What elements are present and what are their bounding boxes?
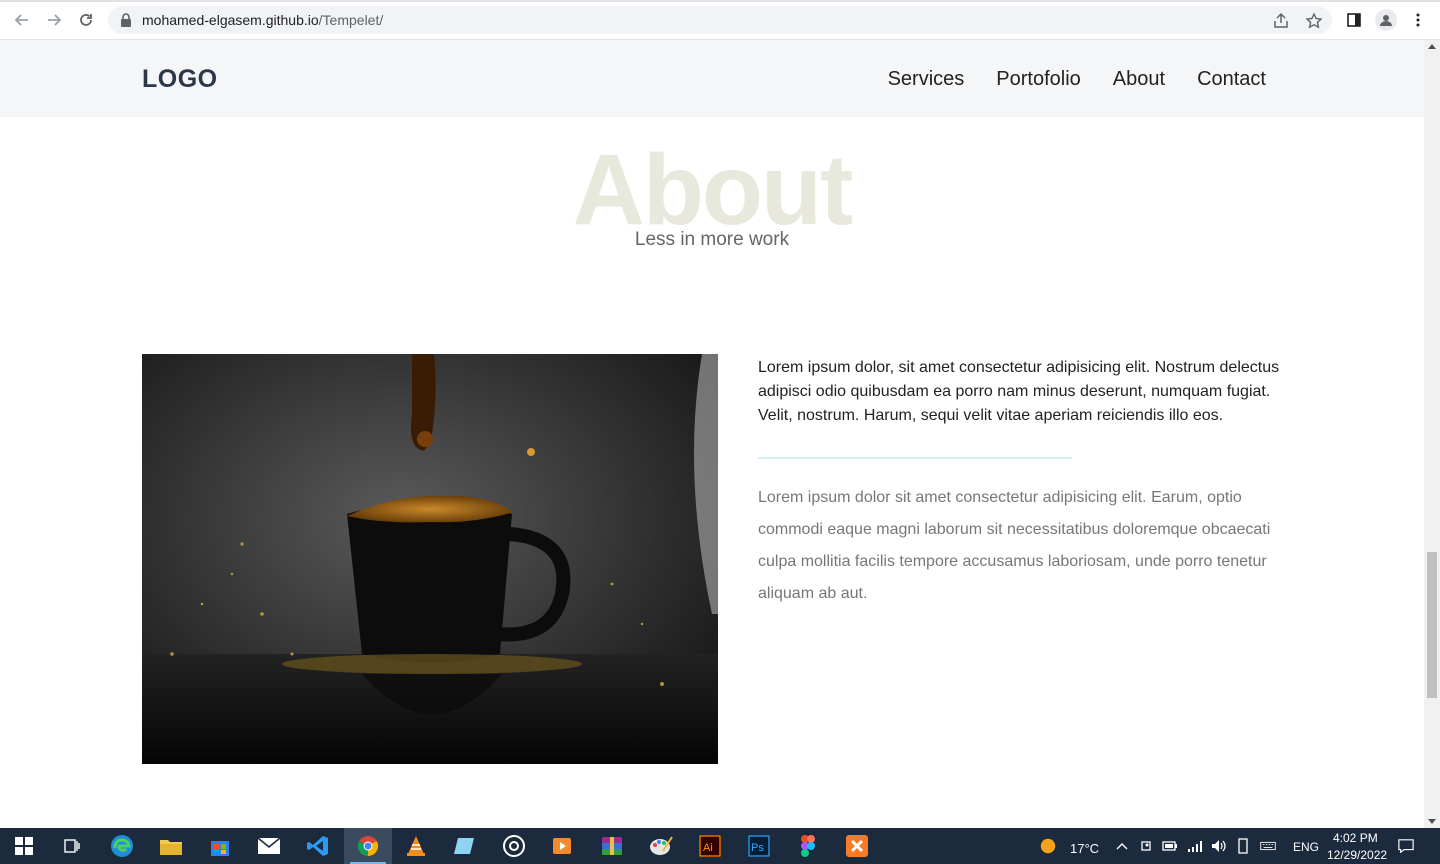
notes-app[interactable] [441, 828, 489, 864]
about-body-text: Lorem ipsum dolor sit amet consectetur a… [758, 489, 1271, 602]
browser-toolbar: mohamed-elgasem.github.io/Tempelet/ [0, 0, 1440, 40]
chrome-icon [357, 836, 379, 857]
volume-icon[interactable] [1211, 838, 1227, 854]
task-view-button[interactable] [48, 828, 96, 864]
site-header: LOGO Services Portofolio About Contact [0, 40, 1424, 117]
about-lead-text: Lorem ipsum dolor, sit amet consectetur … [758, 359, 1280, 424]
svg-text:Ps: Ps [751, 842, 764, 854]
photoshop-icon: Ps [748, 835, 770, 857]
store-app[interactable] [196, 828, 244, 864]
profile-icon [1380, 15, 1392, 26]
lock-icon [121, 13, 131, 27]
url-text: mohamed-elgasem.github.io/Tempelet/ [142, 12, 384, 28]
edge-icon [111, 835, 133, 857]
menu-button[interactable] [1406, 8, 1430, 32]
about-subtitle: Less in more work [634, 229, 790, 250]
start-button[interactable] [0, 828, 48, 864]
site-logo[interactable]: LOGO [142, 65, 218, 94]
mail-app[interactable] [245, 828, 293, 864]
file-explorer-app[interactable] [147, 828, 195, 864]
nav-link-portofolio[interactable]: Portofolio [996, 68, 1081, 91]
scroll-up-arrow-icon[interactable] [1428, 44, 1436, 49]
tab-strip-line [0, 0, 1440, 2]
reload-icon [80, 14, 92, 26]
task-view-icon [64, 839, 80, 853]
input-language[interactable]: ENG [1293, 840, 1319, 854]
side-panel-icon [1347, 13, 1361, 27]
vscode-icon [307, 836, 328, 856]
back-button[interactable] [10, 8, 34, 32]
vscode-app[interactable] [294, 828, 342, 864]
reload-button[interactable] [74, 8, 98, 32]
bookmark-star-icon[interactable] [1305, 12, 1323, 30]
winrar-app[interactable] [588, 828, 636, 864]
xampp-app[interactable] [833, 828, 881, 864]
page-scrollbar[interactable] [1424, 40, 1440, 828]
paint-icon [650, 836, 673, 855]
notification-center-icon[interactable] [1398, 838, 1414, 854]
about-coffee-image [142, 354, 718, 764]
chrome-app[interactable] [344, 828, 392, 864]
about-heading-watermark: About [572, 134, 854, 246]
scrollbar-thumb[interactable] [1427, 552, 1437, 698]
profile-avatar[interactable] [1375, 9, 1397, 31]
photoshop-app[interactable]: Ps [735, 828, 783, 864]
edge-app[interactable] [98, 828, 146, 864]
vlc-app[interactable] [392, 828, 440, 864]
forward-button[interactable] [42, 8, 66, 32]
app-icon [454, 838, 474, 854]
coffee-cup-illustration [142, 354, 718, 764]
page-viewport: LOGO Services Portofolio About Contact A… [0, 40, 1424, 828]
scroll-down-arrow-icon[interactable] [1428, 819, 1436, 824]
illustrator-app[interactable]: Ai [686, 828, 734, 864]
obs-icon [503, 835, 525, 857]
about-divider [758, 457, 1072, 459]
share-icon[interactable] [1272, 12, 1290, 30]
media-player-app[interactable] [538, 828, 586, 864]
battery-icon[interactable] [1162, 838, 1178, 854]
nav-link-about[interactable]: About [1113, 68, 1165, 91]
winrar-icon [602, 837, 622, 855]
pen-workspace-icon[interactable] [1235, 838, 1251, 854]
illustrator-icon: Ai [699, 835, 721, 857]
windows-taskbar: Ai Ps 17°C ENG 4:02 PM 12/29/2022 [0, 828, 1440, 864]
nav-link-services[interactable]: Services [888, 68, 965, 91]
back-arrow-icon [14, 14, 28, 26]
clock-date[interactable]: 12/29/2022 [1327, 848, 1387, 862]
main-nav: Services Portofolio About Contact [888, 68, 1266, 91]
media-player-icon [553, 838, 571, 854]
weather-icon[interactable] [1040, 838, 1056, 854]
address-bar[interactable]: mohamed-elgasem.github.io/Tempelet/ [108, 6, 1332, 34]
meet-now-icon[interactable] [1139, 838, 1155, 854]
side-panel-button[interactable] [1342, 8, 1366, 32]
mail-icon [257, 837, 281, 854]
forward-arrow-icon [48, 14, 62, 26]
file-explorer-icon [160, 840, 182, 855]
kebab-menu-icon [1416, 13, 1420, 27]
weather-temperature[interactable]: 17°C [1070, 841, 1099, 856]
store-icon [211, 841, 229, 856]
clock-time[interactable]: 4:02 PM [1333, 831, 1378, 845]
nav-link-contact[interactable]: Contact [1197, 68, 1266, 91]
windows-start-icon [15, 837, 33, 855]
svg-text:Ai: Ai [703, 842, 713, 854]
show-hidden-icons-chevron-icon[interactable] [1114, 838, 1130, 854]
figma-icon [801, 835, 815, 857]
xampp-icon [846, 835, 868, 857]
keyboard-icon[interactable] [1260, 838, 1276, 854]
wifi-signal-icon[interactable] [1187, 838, 1203, 854]
vlc-icon [407, 836, 425, 856]
paint-app[interactable] [637, 828, 685, 864]
obs-app[interactable] [490, 828, 538, 864]
figma-app[interactable] [784, 828, 832, 864]
